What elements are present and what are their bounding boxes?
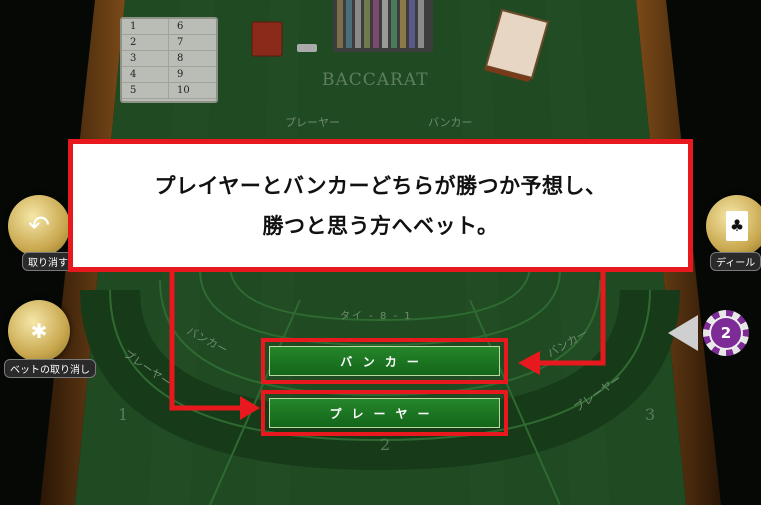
callout-arrows: [169, 272, 606, 420]
baccarat-game-screen: 1 2 3 4 5 6 7 8 9 10 BACCARAT プレーヤー バンカー…: [0, 0, 761, 505]
arrow-to-player-icon: [169, 272, 240, 411]
arrow-head-icon: [518, 351, 540, 375]
arrow-head-icon: [240, 396, 260, 420]
arrow-to-banker-icon: [540, 272, 606, 366]
